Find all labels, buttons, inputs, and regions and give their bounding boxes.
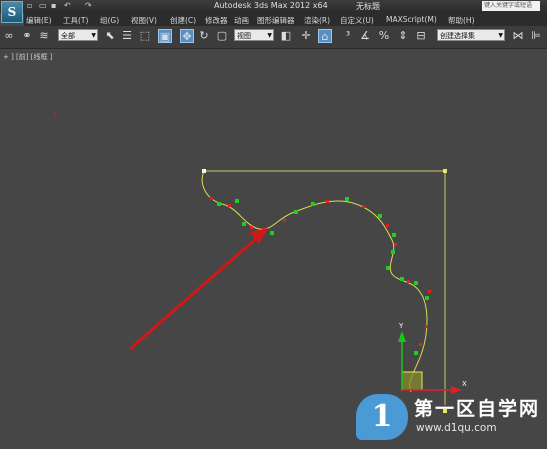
vertex[interactable] [242, 222, 246, 226]
unlink-icon[interactable]: ⚭ [20, 29, 34, 43]
select-move-icon[interactable]: ✥ [180, 29, 194, 43]
menu-bar: 编辑(E) 工具(T) 组(G) 视图(V) 创建(C) 修改器 动画 图形编辑… [24, 13, 547, 26]
vertex[interactable] [378, 214, 382, 218]
annotation-arrow [129, 228, 268, 351]
handle[interactable] [386, 224, 389, 227]
rectangular-selection-icon[interactable]: ⬚ [138, 29, 152, 43]
link-icon[interactable]: ∞ [2, 29, 16, 43]
menu-maxscript[interactable]: MAXScript(M) [386, 15, 437, 24]
select-scale-icon[interactable]: ▢ [215, 29, 229, 43]
handle[interactable] [407, 280, 410, 283]
viewport-marker [54, 113, 56, 115]
pivot-center-icon[interactable]: ◧ [279, 29, 293, 43]
select-by-name-icon[interactable]: ☰ [120, 29, 134, 43]
gizmo-y-label: Y [398, 322, 404, 330]
handle[interactable] [326, 200, 329, 203]
menu-tools[interactable]: 工具(T) [63, 15, 88, 26]
vertex[interactable] [392, 233, 396, 237]
vertex[interactable] [294, 210, 298, 214]
spline-bounding-box [204, 170, 446, 405]
keyboard-shortcut-override-icon[interactable]: ⌂ [318, 29, 332, 43]
named-selection-set-dropdown[interactable]: 创建选择集 ▼ [437, 29, 505, 41]
named-selection-set-value: 创建选择集 [440, 32, 475, 40]
handle[interactable] [425, 325, 428, 328]
new-file-icon[interactable]: ▫ [27, 1, 37, 11]
bind-space-warp-icon[interactable]: ≋ [37, 29, 51, 43]
chevron-down-icon: ▼ [91, 32, 96, 39]
front-viewport[interactable]: Y X [0, 48, 547, 449]
title-bar: ▫ ▭ ▪ ↶ ↷ Autodesk 3ds Max 2012 x64 无标题 … [0, 0, 547, 13]
vertex[interactable] [414, 351, 418, 355]
vertex[interactable] [235, 199, 239, 203]
menu-graph-editors[interactable]: 图形编辑器 [257, 15, 295, 26]
gizmo-plane-handle[interactable] [401, 371, 423, 391]
redo-icon[interactable]: ↷ [85, 1, 95, 11]
select-object-icon[interactable]: ⬉ [103, 29, 117, 43]
vertex[interactable] [386, 266, 390, 270]
main-toolbar: ∞ ⚭ ≋ 全部 ▼ ⬉ ☰ ⬚ ▣ ✥ ↻ ▢ 视图 ▼ ◧ ✛ ⌂ ³ ∡ … [0, 26, 547, 49]
menu-create[interactable]: 创建(C) [170, 15, 196, 26]
handle[interactable] [419, 343, 422, 346]
align-icon[interactable]: ⊫ [529, 29, 543, 43]
vertex[interactable] [311, 202, 315, 206]
menu-edit[interactable]: 编辑(E) [26, 15, 52, 26]
gizmo-y-arrow-icon [398, 331, 406, 342]
handle[interactable] [394, 243, 397, 246]
site-watermark: 1 第一区自学网 www.d1qu.com [356, 390, 547, 449]
chevron-down-icon: ▼ [267, 32, 272, 39]
open-file-icon[interactable]: ▭ [39, 1, 49, 11]
handle[interactable] [210, 197, 213, 200]
vertex[interactable] [391, 250, 395, 254]
move-gizmo[interactable]: Y X [398, 322, 467, 394]
menu-rendering[interactable]: 渲染(R) [304, 15, 330, 26]
vertex[interactable] [217, 202, 221, 206]
window-title: Autodesk 3ds Max 2012 x64 [214, 1, 328, 10]
save-file-icon[interactable]: ▪ [51, 1, 61, 11]
tangent-handles [210, 197, 431, 346]
vertex[interactable] [414, 281, 418, 285]
vertex[interactable] [270, 231, 274, 235]
selection-filter-dropdown[interactable]: 全部 ▼ [58, 29, 98, 41]
undo-icon[interactable]: ↶ [64, 1, 74, 11]
handle[interactable] [428, 290, 431, 293]
spline-vertices [217, 197, 429, 355]
snaps-toggle-icon[interactable]: ³ [341, 29, 355, 43]
menu-group[interactable]: 组(G) [100, 15, 119, 26]
window-crossing-icon[interactable]: ▣ [158, 29, 172, 43]
handle[interactable] [228, 204, 231, 207]
window-subtitle: 无标题 [356, 2, 380, 11]
selection-filter-value: 全部 [61, 32, 75, 40]
select-rotate-icon[interactable]: ↻ [197, 29, 211, 43]
search-input[interactable]: 键入关键字或短语 [482, 1, 540, 11]
reference-coordinate-value: 视图 [237, 32, 251, 40]
menu-views[interactable]: 视图(V) [131, 15, 157, 26]
app-logo-button[interactable]: S [1, 1, 23, 23]
watermark-url: www.d1qu.com [416, 422, 497, 434]
menu-help[interactable]: 帮助(H) [448, 15, 475, 26]
watermark-logo: 1 [356, 394, 408, 440]
vertex[interactable] [400, 277, 404, 281]
menu-modifiers[interactable]: 修改器 [205, 15, 228, 26]
bounding-box-corner [443, 169, 447, 173]
mirror-icon[interactable]: ⋈ [511, 29, 525, 43]
handle[interactable] [283, 219, 286, 222]
watermark-title: 第一区自学网 [414, 398, 541, 420]
gizmo-x-label: X [462, 380, 467, 388]
select-manipulate-icon[interactable]: ✛ [299, 29, 313, 43]
chevron-down-icon: ▼ [498, 32, 503, 39]
reference-coordinate-dropdown[interactable]: 视图 ▼ [234, 29, 274, 41]
handle[interactable] [362, 205, 365, 208]
menu-animation[interactable]: 动画 [234, 15, 249, 26]
handle[interactable] [250, 226, 253, 229]
vertex[interactable] [425, 296, 429, 300]
spinner-snap-icon[interactable]: ⇕ [396, 29, 410, 43]
vertex[interactable] [345, 197, 349, 201]
percent-snap-icon[interactable]: % [377, 29, 391, 43]
angle-snap-icon[interactable]: ∡ [358, 29, 372, 43]
menu-customize[interactable]: 自定义(U) [340, 15, 374, 26]
edit-named-selection-icon[interactable]: ⊟ [414, 29, 428, 43]
